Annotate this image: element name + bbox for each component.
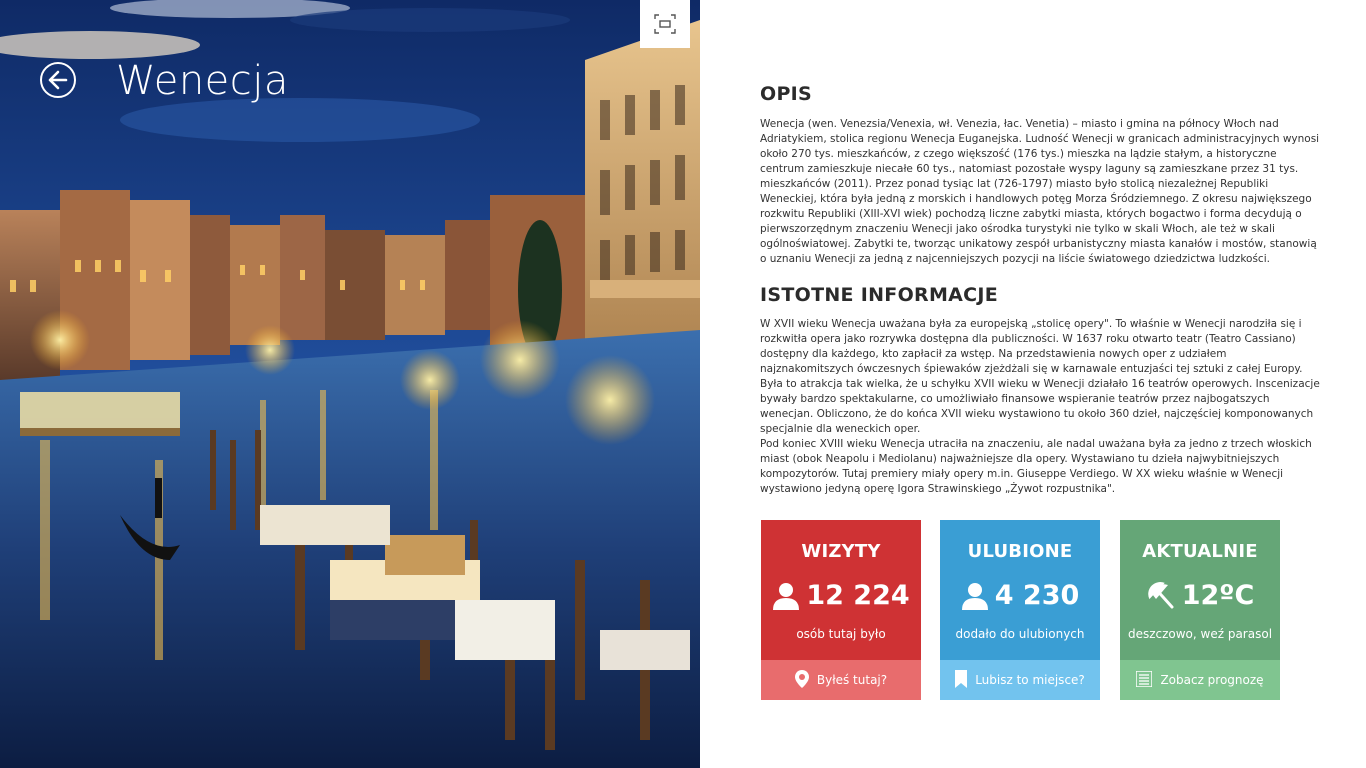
fullscreen-button[interactable] [640,0,690,48]
bookmark-icon [955,669,968,691]
favorites-title: ULUBIONE [967,541,1073,562]
forecast-button[interactable]: Zobacz prognozę [1120,660,1280,700]
been-here-button[interactable]: Byłeś tutaj? [761,660,921,700]
arrow-left-icon [48,70,68,90]
istotne-heading: ISTOTNE INFORMACJE [760,284,999,306]
opis-heading: OPIS [760,83,813,105]
temperature: 12ºC [1181,580,1255,611]
been-here-label: Byłeś tutaj? [816,673,888,687]
favorites-value-row: 4 230 [940,580,1100,611]
visits-tile: WIZYTY 12 224 osób tutaj było Byłeś tuta… [761,520,921,700]
person-icon [961,581,989,611]
visits-count: 12 224 [806,580,910,611]
fullscreen-icon [654,14,676,34]
istotne-paragraph-2: Pod koniec XVIII wieku Wenecja utraciła … [760,438,1312,495]
venice-canal-photo [0,0,700,768]
visits-tile-body: WIZYTY 12 224 osób tutaj było [761,520,921,660]
hero-image: Wenecja [0,0,700,768]
person-icon [772,581,800,611]
favorites-tile: ULUBIONE 4 230 dodało do ulubionych Lubi… [940,520,1100,700]
like-place-label: Lubisz to miejsce? [975,673,1085,687]
weather-tile-body: AKTUALNIE 12ºC deszczowo, weź parasol [1120,520,1280,660]
weather-title: AKTUALNIE [1142,541,1258,562]
list-icon [1135,669,1154,690]
map-pin-icon [794,669,809,691]
istotne-paragraph-1: W XVII wieku Wenecja uważana była za eur… [760,318,1320,435]
forecast-label: Zobacz prognozę [1160,673,1264,687]
istotne-text: W XVII wieku Wenecja uważana była za eur… [760,317,1320,497]
weather-subtitle: deszczowo, weź parasol [1127,627,1273,641]
back-button[interactable] [40,62,76,98]
weather-tile: AKTUALNIE 12ºC deszczowo, weź parasol Zo… [1120,520,1280,700]
opis-text: Wenecja (wen. Venezsia/Venexia, wł. Vene… [760,117,1320,267]
weather-value-row: 12ºC [1120,580,1280,611]
favorites-subtitle: dodało do ulubionych [955,627,1085,641]
umbrella-icon [1146,581,1176,611]
visits-subtitle: osób tutaj było [796,627,886,641]
visits-value-row: 12 224 [761,580,921,611]
like-place-button[interactable]: Lubisz to miejsce? [940,660,1100,700]
opis-paragraph: Wenecja (wen. Venezsia/Venexia, wł. Vene… [760,118,1320,265]
visits-title: WIZYTY [801,541,881,562]
page-title: Wenecja [116,58,289,104]
favorites-count: 4 230 [994,580,1080,611]
favorites-tile-body: ULUBIONE 4 230 dodało do ulubionych [940,520,1100,660]
